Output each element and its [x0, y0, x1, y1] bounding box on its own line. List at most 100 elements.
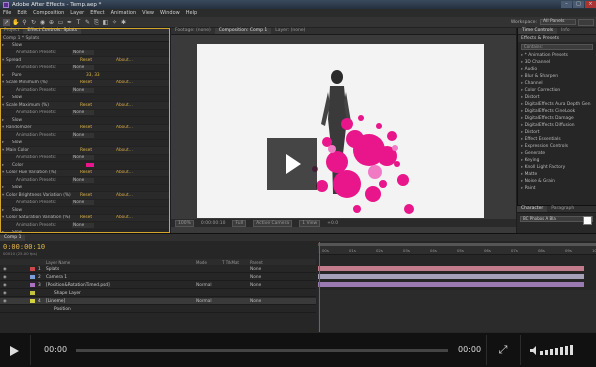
effects-category-item[interactable]: Expression Controls	[518, 143, 596, 150]
tab-paragraph[interactable]: Paragraph	[547, 206, 578, 212]
effects-category-item[interactable]: Paint	[518, 185, 596, 192]
hand-tool-icon[interactable]: ✋	[12, 19, 19, 26]
effects-category-item[interactable]: Distort	[518, 94, 596, 101]
camera-view-dropdown[interactable]: Active Camera	[253, 219, 293, 227]
timeline-layer-row[interactable]: ◉ Shape Layer	[0, 290, 316, 297]
effect-property-row[interactable]: Animation Presets: None	[0, 50, 169, 57]
effect-property-row[interactable]: Animation Presets: None	[0, 110, 169, 117]
exposure-value[interactable]: +0.0	[327, 221, 338, 226]
menu-window[interactable]: Window	[160, 10, 180, 16]
effects-category-item[interactable]: Color Correction	[518, 87, 596, 94]
fullscreen-icon[interactable]: ⤢	[497, 344, 509, 356]
effect-property-row[interactable]: Animation Presets: None	[0, 222, 169, 230]
pan-behind-tool-icon[interactable]: ⊕	[48, 19, 55, 26]
layer-parent-dropdown[interactable]: None	[250, 283, 261, 288]
clone-tool-icon[interactable]: ⎘	[93, 19, 100, 26]
reset-link[interactable]: Reset	[80, 80, 92, 85]
col-layer-name[interactable]: Layer Name	[46, 260, 70, 265]
effects-category-item[interactable]: 3D Channel	[518, 59, 596, 66]
resolution-dropdown[interactable]: Full	[232, 219, 247, 227]
effects-category-item[interactable]: Blur & Sharpen	[518, 73, 596, 80]
rotate-tool-icon[interactable]: ↻	[30, 19, 37, 26]
effect-property-row[interactable]: ▸ Color	[0, 162, 169, 170]
animation-preset-dropdown[interactable]: None	[72, 155, 94, 161]
help-search-input[interactable]	[578, 19, 594, 26]
visibility-eye-icon[interactable]: ◉	[3, 267, 7, 272]
about-link[interactable]: About...	[116, 125, 133, 130]
minimize-button[interactable]: –	[561, 1, 572, 8]
effects-category-item[interactable]: Audio	[518, 66, 596, 73]
layer-label-color[interactable]	[30, 283, 35, 287]
menu-edit[interactable]: Edit	[17, 10, 27, 16]
disclosure-triangle-icon[interactable]: ▸	[2, 140, 6, 145]
reset-link[interactable]: Reset	[80, 193, 92, 198]
visibility-eye-icon[interactable]: ◉	[3, 275, 7, 280]
timeline-layer-row[interactable]: ◉ 2 Camera 1 None	[0, 274, 316, 281]
visibility-eye-icon[interactable]: ◉	[3, 299, 7, 304]
layer-name[interactable]: Shape Layer	[54, 291, 81, 296]
eraser-tool-icon[interactable]: ◧	[102, 19, 109, 26]
zoom-tool-icon[interactable]: ⚲	[21, 19, 28, 26]
effect-property-row[interactable]: ▾ Color Hue Variation (%) Reset About...	[0, 169, 169, 177]
effect-property-row[interactable]: ▾ Scale Maximum (%) Reset About...	[0, 102, 169, 110]
close-button[interactable]: ×	[585, 1, 596, 8]
timeline-layer-row[interactable]: Position	[0, 306, 316, 313]
effect-property-row[interactable]: Animation Presets: None	[0, 200, 169, 207]
effects-category-item[interactable]: Effect Essentials	[518, 136, 596, 143]
effects-category-item[interactable]: Generate	[518, 150, 596, 157]
selection-tool-icon[interactable]: ➚	[3, 18, 10, 26]
menu-help[interactable]: Help	[186, 10, 197, 16]
disclosure-triangle-icon[interactable]: ▸	[2, 208, 6, 213]
col-parent[interactable]: Parent	[250, 260, 263, 265]
about-link[interactable]: About...	[116, 80, 133, 85]
effect-property-row[interactable]: Animation Presets: None	[0, 155, 169, 162]
viewer-current-time[interactable]: 0:00:00:10	[201, 221, 226, 226]
animation-preset-dropdown[interactable]: None	[72, 87, 94, 93]
layer-parent-dropdown[interactable]: None	[250, 275, 261, 280]
effect-property-row[interactable]: Animation Presets: None	[0, 132, 169, 140]
effect-property-row[interactable]: ▸ Slow	[0, 117, 169, 125]
about-link[interactable]: About...	[116, 58, 133, 63]
disclosure-triangle-icon[interactable]: ▸	[2, 43, 6, 48]
menu-file[interactable]: File	[3, 10, 11, 16]
effect-property-row[interactable]: ▸ Slow	[0, 42, 169, 50]
timeline-layer-row[interactable]: ◉ 3 [Position&RotationTimed.psd] Normal None	[0, 282, 316, 289]
disclosure-triangle-icon[interactable]: ▸	[2, 163, 6, 168]
effect-property-row[interactable]: ▾ Main Color Reset About...	[0, 147, 169, 155]
layer-label-color[interactable]	[30, 275, 35, 279]
timeline-layer-row[interactable]: ◉ 1 Splats None	[0, 266, 316, 273]
disclosure-triangle-icon[interactable]: ▸	[2, 185, 6, 190]
player-progress-bar[interactable]	[76, 349, 448, 352]
fill-color-swatch[interactable]	[583, 216, 592, 225]
time-ruler[interactable]: 00s 01s 02s 03s 04s 05s 06s 07s 08s 09s 10s	[318, 243, 596, 255]
layer-label-color[interactable]	[30, 299, 35, 303]
tab-footage[interactable]: Footage: (none)	[171, 28, 215, 34]
pen-tool-icon[interactable]: ✒	[66, 19, 73, 26]
effects-category-item[interactable]: DigitalEffects CineLook	[518, 108, 596, 115]
color-swatch[interactable]	[86, 163, 94, 168]
effect-property-row[interactable]: ▾ Color Brightness Variation (%) Reset Abou…	[0, 192, 169, 200]
zoom-dropdown[interactable]: 100%	[175, 219, 194, 227]
current-time-indicator[interactable]	[319, 242, 320, 332]
menu-layer[interactable]: Layer	[70, 10, 84, 16]
layer-label-color[interactable]	[30, 291, 35, 295]
effect-property-row[interactable]: ▸ Slow	[0, 140, 169, 147]
layer-name[interactable]: Splats	[46, 267, 59, 272]
reset-link[interactable]: Reset	[80, 215, 92, 220]
reset-link[interactable]: Reset	[80, 58, 92, 63]
effects-category-item[interactable]: Keying	[518, 157, 596, 164]
tab-time-controls[interactable]: Time Controls	[518, 28, 558, 34]
animation-preset-dropdown[interactable]: None	[72, 132, 94, 138]
layer-name[interactable]: Camera 1	[46, 275, 67, 280]
about-link[interactable]: About...	[116, 103, 133, 108]
work-area-bar[interactable]	[318, 243, 596, 246]
layer-parent-dropdown[interactable]: None	[250, 267, 261, 272]
composition-viewer[interactable]	[197, 44, 484, 218]
tab-project[interactable]: Project	[0, 28, 23, 34]
animation-preset-dropdown[interactable]: None	[72, 222, 94, 228]
effects-category-item[interactable]: * Animation Presets	[518, 52, 596, 59]
reset-link[interactable]: Reset	[80, 148, 92, 153]
about-link[interactable]: About...	[116, 193, 133, 198]
layer-duration-bar[interactable]	[318, 282, 584, 287]
property-value[interactable]: 33, 33	[86, 73, 100, 78]
